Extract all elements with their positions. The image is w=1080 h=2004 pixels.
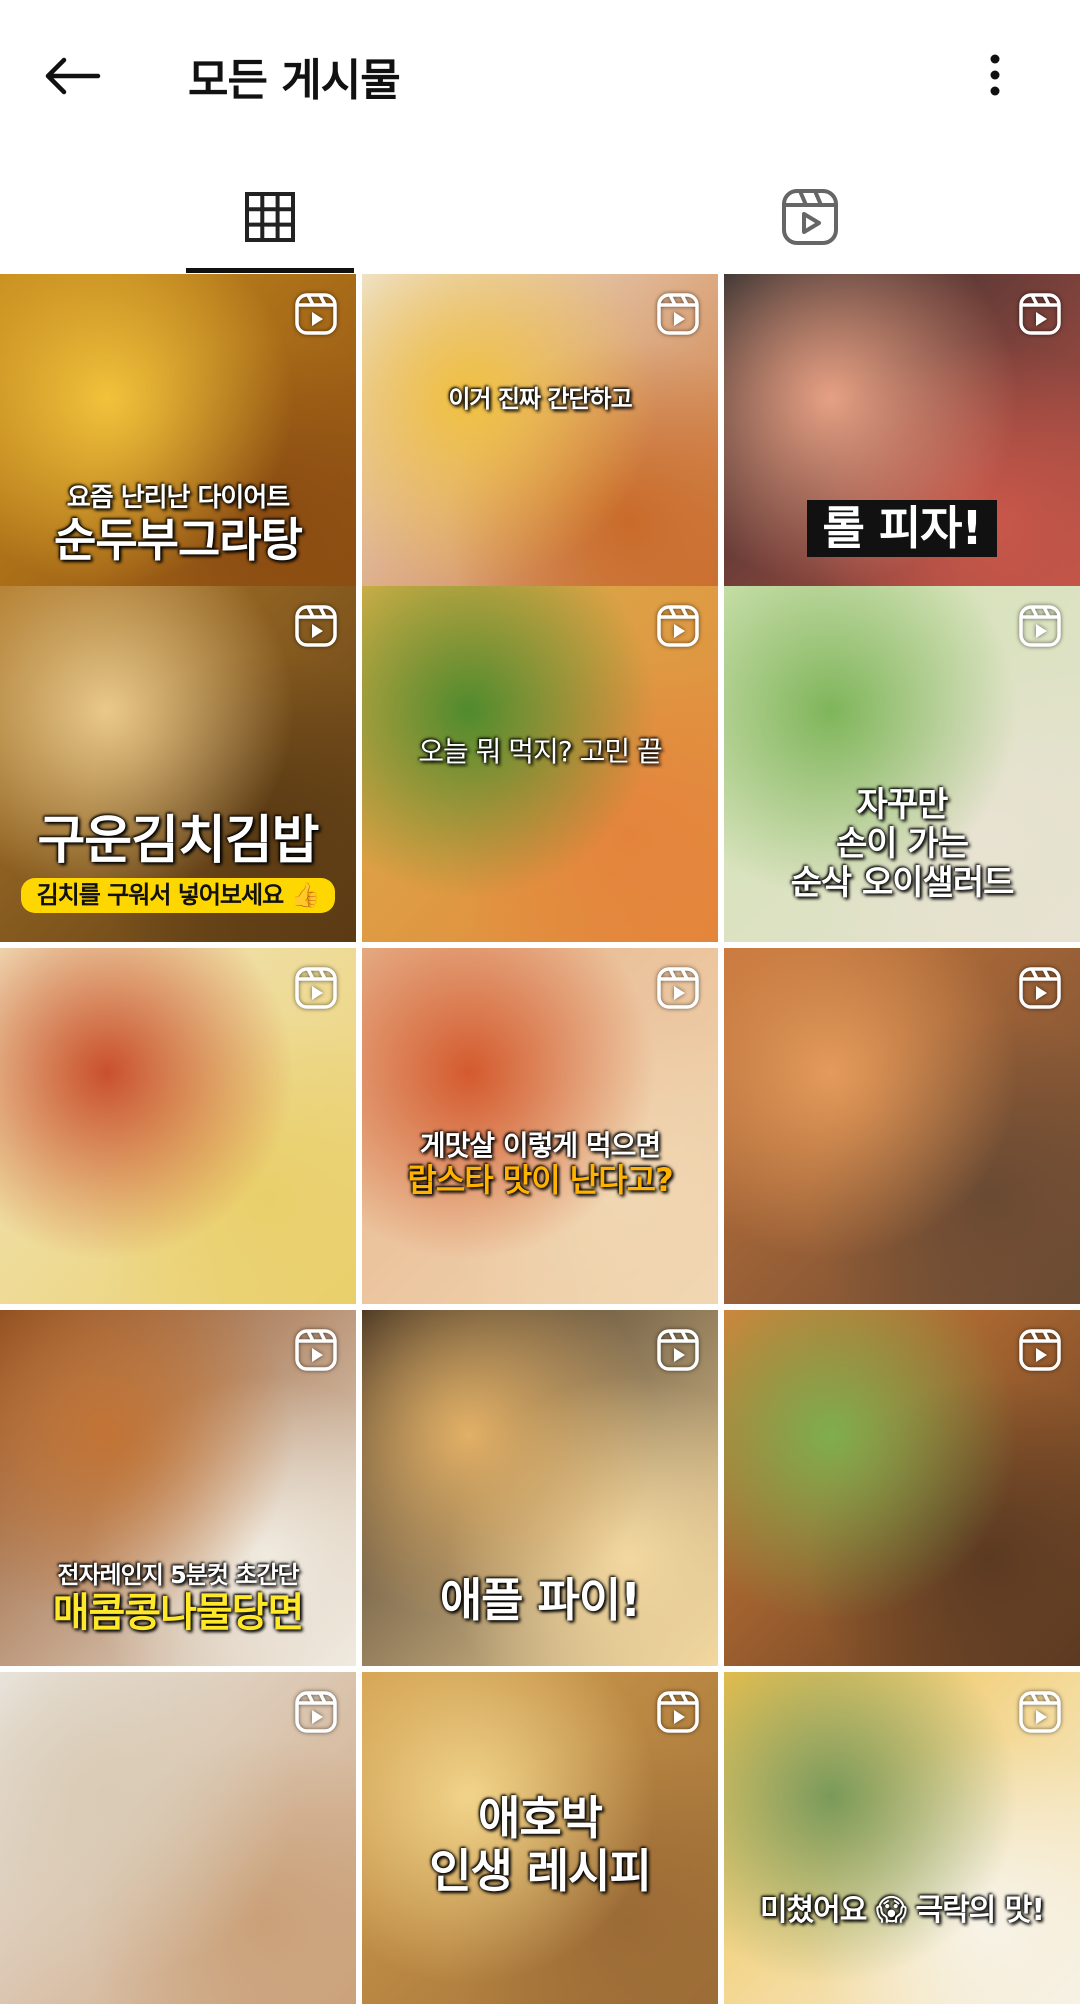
reel-badge-icon [295,293,337,335]
post-thumbnail[interactable] [724,1310,1080,1666]
post-caption: 게맛살 이렇게 먹으면 랍스타 맛이 난다고? [407,1129,673,1200]
reel-badge-icon [295,1691,337,1733]
more-vertical-icon [990,54,1000,96]
reel-badge-icon [295,605,337,647]
post-caption: 오늘 뭐 먹지? 고민 끝 [418,735,663,768]
reel-badge-icon [295,1329,337,1371]
post-caption: 전자레인지 5분컷 초간단 매콤콩나물당면 [52,1561,305,1636]
post-thumbnail[interactable] [724,948,1080,1304]
post-thumbnail[interactable]: 애플 파이! [362,1310,718,1666]
post-thumbnail[interactable]: 자꾸만 손이 가는 순삭 오이샐러드 [724,586,1080,942]
reel-badge-icon [657,605,699,647]
back-button[interactable] [32,38,112,114]
reels-icon [782,189,838,245]
post-caption: 롤 피자! [724,500,1080,557]
top-app-bar: 모든 게시물 [0,0,1080,150]
selected-tab-indicator [186,268,354,273]
post-caption: 이거 진짜 간단하고 [448,385,632,413]
post-caption: 미쳤어요 😱 극락의 맛! [759,1893,1045,1928]
post-thumbnail[interactable] [0,948,356,1304]
post-thumbnail[interactable]: 이거 진짜 간단하고 [362,274,718,630]
reel-badge-icon [295,967,337,1009]
reel-badge-icon [1019,293,1061,335]
page-title: 모든 게시물 [188,55,401,106]
post-thumbnail[interactable]: 요즘 난리난 다이어트 순두부그라탕 [0,274,356,630]
content-tabs [0,160,1080,274]
post-thumbnail[interactable]: 전자레인지 5분컷 초간단 매콤콩나물당면 [0,1310,356,1666]
reel-badge-icon [657,1329,699,1371]
posts-grid: 요즘 난리난 다이어트 순두부그라탕 이거 진짜 간단하고 롤 피자! 구운김치… [0,274,1080,2004]
post-thumbnail[interactable]: 게맛살 이렇게 먹으면 랍스타 맛이 난다고? [362,948,718,1304]
post-thumbnail[interactable]: 미쳤어요 😱 극락의 맛! [724,1672,1080,2004]
reel-badge-icon [1019,1329,1061,1371]
more-options-button[interactable] [960,40,1030,110]
post-caption: 애호박 인생 레시피 [429,1791,652,1898]
post-thumbnail[interactable]: 애호박 인생 레시피 [362,1672,718,2004]
tab-reels[interactable] [540,160,1080,274]
reel-badge-icon [1019,605,1061,647]
reel-badge-icon [1019,1691,1061,1733]
post-thumbnail[interactable]: 오늘 뭐 먹지? 고민 끝 [362,586,718,942]
reel-badge-icon [657,967,699,1009]
post-caption: 구운김치김밥 김치를 구워서 넣어보세요 👍 [0,811,356,914]
post-caption: 요즘 난리난 다이어트 순두부그라탕 [54,483,303,567]
post-caption: 자꾸만 손이 가는 순삭 오이샐러드 [790,785,1015,904]
post-thumbnail[interactable]: 롤 피자! [724,274,1080,630]
post-thumbnail[interactable] [0,1672,356,2004]
arrow-left-icon [45,57,101,95]
tab-grid[interactable] [0,160,540,274]
reel-badge-icon [657,1691,699,1733]
post-thumbnail[interactable]: 구운김치김밥 김치를 구워서 넣어보세요 👍 [0,586,356,942]
grid-icon [245,192,295,242]
reel-badge-icon [657,293,699,335]
reel-badge-icon [1019,967,1061,1009]
post-caption: 애플 파이! [439,1573,641,1627]
